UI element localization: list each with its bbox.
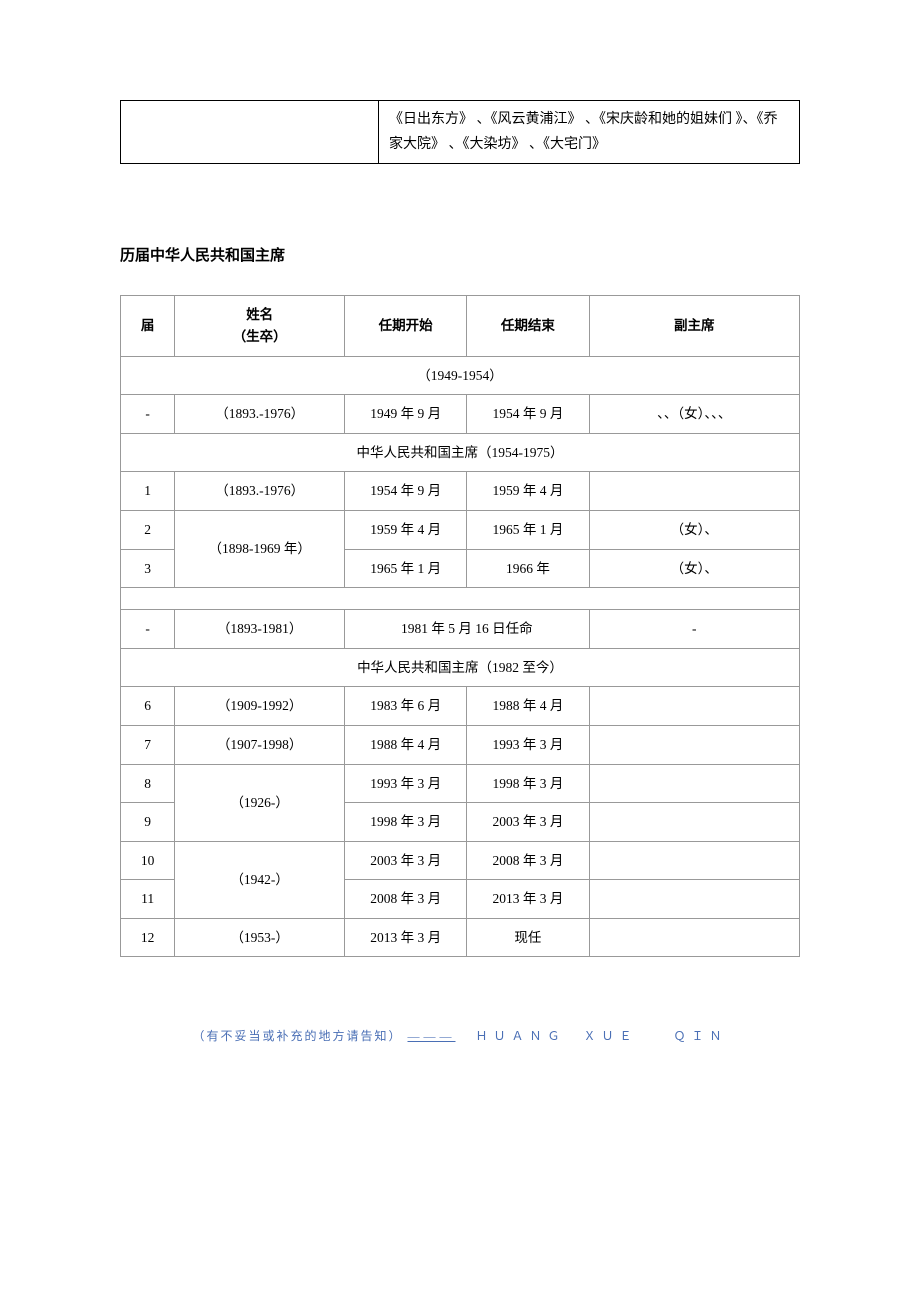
g4r7-vice	[589, 725, 800, 764]
g4-name-span-1011: （1942-）	[175, 841, 345, 918]
g2r3-end: 1966 年	[467, 549, 589, 588]
g4r6-start: 1983 年 6 月	[345, 687, 467, 726]
g4r9-end: 2003 年 3 月	[467, 803, 589, 842]
g4r8-end: 1998 年 3 月	[467, 764, 589, 803]
g4r7-name: （1907-1998）	[175, 725, 345, 764]
header-end: 任期结束	[467, 296, 589, 356]
group3-row: - （1893-1981） 1981 年 5 月 16 日任命 -	[121, 610, 800, 649]
top-right-cell: 《日出东方》 、《风云黄浦江》 、《宋庆龄和她的姐妹们 》、《乔家大院》 、《大…	[379, 101, 800, 164]
group4-row6: 6 （1909-1992） 1983 年 6 月 1988 年 4 月	[121, 687, 800, 726]
g4r11-term: 11	[121, 880, 175, 919]
g4r7-term: 7	[121, 725, 175, 764]
footer: （有不妥当或补充的地方请告知） ——— ＨＵＡＮＧ ＸＵＥ ＱＩＮ	[120, 1027, 800, 1044]
group2-label-row: 中华人民共和国主席（1954-1975）	[121, 433, 800, 472]
g3-term: -	[121, 610, 175, 649]
g4r12-name: （1953-）	[175, 918, 345, 957]
g4r11-start: 2008 年 3 月	[345, 880, 467, 919]
g4r11-end: 2013 年 3 月	[467, 880, 589, 919]
g1-end: 1954 年 9 月	[467, 395, 589, 434]
g4r6-vice	[589, 687, 800, 726]
g2r1-start: 1954 年 9 月	[345, 472, 467, 511]
g4r9-vice	[589, 803, 800, 842]
gap-row	[121, 588, 800, 610]
g4r9-start: 1998 年 3 月	[345, 803, 467, 842]
g3-name: （1893-1981）	[175, 610, 345, 649]
g2-name-span: （1898-1969 年）	[175, 510, 345, 587]
gap-cell	[121, 588, 800, 610]
g2r3-start: 1965 年 1 月	[345, 549, 467, 588]
header-term: 届	[121, 296, 175, 356]
g1-vice: 、、（女）、、、	[589, 395, 800, 434]
g4r6-end: 1988 年 4 月	[467, 687, 589, 726]
presidents-table: 届 姓名 （生卒） 任期开始 任期结束 副主席 （1949-1954） - （1…	[120, 295, 800, 957]
g4r12-term: 12	[121, 918, 175, 957]
g2r2-end: 1965 年 1 月	[467, 510, 589, 549]
g2r2-start: 1959 年 4 月	[345, 510, 467, 549]
header-vice: 副主席	[589, 296, 800, 356]
g4r12-start: 2013 年 3 月	[345, 918, 467, 957]
g2r3-vice: （女）、	[589, 549, 800, 588]
g1-term: -	[121, 395, 175, 434]
group4-row10: 10 （1942-） 2003 年 3 月 2008 年 3 月	[121, 841, 800, 880]
header-name: 姓名 （生卒）	[175, 296, 345, 356]
header-name-sub: （生卒）	[181, 326, 338, 348]
g2r1-term: 1	[121, 472, 175, 511]
g2r1-vice	[589, 472, 800, 511]
g2r1-name: （1893.-1976）	[175, 472, 345, 511]
group4-row12: 12 （1953-） 2013 年 3 月 现任	[121, 918, 800, 957]
header-name-top: 姓名	[181, 304, 338, 326]
group4-label: 中华人民共和国主席（1982 至今）	[121, 648, 800, 687]
g3-mid: 1981 年 5 月 16 日任命	[345, 610, 589, 649]
top-fragment-table: 《日出东方》 、《风云黄浦江》 、《宋庆龄和她的姐妹们 》、《乔家大院》 、《大…	[120, 100, 800, 164]
g4r8-vice	[589, 764, 800, 803]
g4r8-term: 8	[121, 764, 175, 803]
group4-row8: 8 （1926-） 1993 年 3 月 1998 年 3 月	[121, 764, 800, 803]
group4-label-row: 中华人民共和国主席（1982 至今）	[121, 648, 800, 687]
g4r8-start: 1993 年 3 月	[345, 764, 467, 803]
g4r10-vice	[589, 841, 800, 880]
section-title: 历届中华人民共和国主席	[120, 244, 800, 265]
footer-note: （有不妥当或补充的地方请告知）	[192, 1029, 402, 1043]
g4r10-start: 2003 年 3 月	[345, 841, 467, 880]
header-start: 任期开始	[345, 296, 467, 356]
g1-name: （1893.-1976）	[175, 395, 345, 434]
g4r12-end: 现任	[467, 918, 589, 957]
g2r2-vice: （女）、	[589, 510, 800, 549]
group2-row1: 1 （1893.-1976） 1954 年 9 月 1959 年 4 月	[121, 472, 800, 511]
g4r10-end: 2008 年 3 月	[467, 841, 589, 880]
header-row: 届 姓名 （生卒） 任期开始 任期结束 副主席	[121, 296, 800, 356]
group1-label: （1949-1954）	[121, 356, 800, 395]
g4r10-term: 10	[121, 841, 175, 880]
g4r6-term: 6	[121, 687, 175, 726]
g3-vice: -	[589, 610, 800, 649]
group1-row: - （1893.-1976） 1949 年 9 月 1954 年 9 月 、、（…	[121, 395, 800, 434]
top-left-cell	[121, 101, 379, 164]
footer-underline: ———	[408, 1029, 456, 1043]
group2-row2: 2 （1898-1969 年） 1959 年 4 月 1965 年 1 月 （女…	[121, 510, 800, 549]
g4r12-vice	[589, 918, 800, 957]
group4-row7: 7 （1907-1998） 1988 年 4 月 1993 年 3 月	[121, 725, 800, 764]
g4-name-span-89: （1926-）	[175, 764, 345, 841]
g1-start: 1949 年 9 月	[345, 395, 467, 434]
g2r1-end: 1959 年 4 月	[467, 472, 589, 511]
group2-label: 中华人民共和国主席（1954-1975）	[121, 433, 800, 472]
g4r7-end: 1993 年 3 月	[467, 725, 589, 764]
g2r3-term: 3	[121, 549, 175, 588]
footer-signature: ＨＵＡＮＧ ＸＵＥ ＱＩＮ	[476, 1029, 728, 1043]
g4r7-start: 1988 年 4 月	[345, 725, 467, 764]
g2r2-term: 2	[121, 510, 175, 549]
g4r11-vice	[589, 880, 800, 919]
g4r6-name: （1909-1992）	[175, 687, 345, 726]
group1-label-row: （1949-1954）	[121, 356, 800, 395]
g4r9-term: 9	[121, 803, 175, 842]
